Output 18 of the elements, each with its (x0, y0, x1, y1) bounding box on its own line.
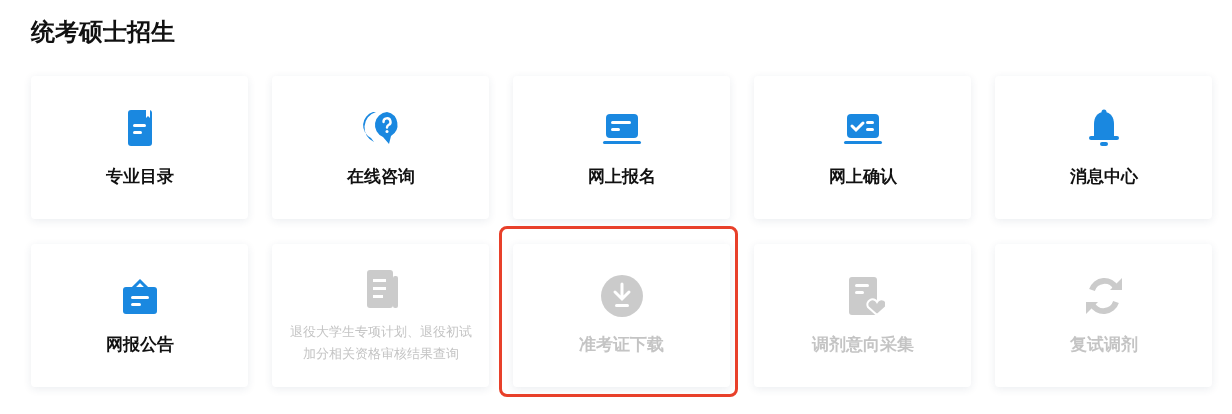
download-icon (599, 273, 644, 318)
menu-tile[interactable]: 专业目录 (31, 76, 248, 219)
menu-tile[interactable]: 消息中心 (995, 76, 1212, 219)
tile-label: 网上报名 (587, 164, 656, 188)
tile-label: 调剂意向采集 (811, 332, 914, 356)
menu-tile[interactable]: 网上确认 (754, 76, 971, 219)
tile-label: 准考证下载 (579, 332, 664, 356)
tile-label: 复试调剂 (1069, 332, 1138, 356)
menu-tile[interactable]: 网报公告 (31, 244, 248, 387)
page-title: 统考硕士招生 (31, 17, 175, 48)
tile-label: 网报公告 (105, 332, 174, 356)
tile-label: 专业目录 (105, 164, 174, 188)
menu-tile[interactable]: 网上报名 (513, 76, 730, 219)
tile-label: 在线咨询 (346, 164, 415, 188)
tile-label: 网上确认 (828, 164, 897, 188)
tile-label: 消息中心 (1069, 164, 1138, 188)
menu-tile[interactable]: 在线咨询 (272, 76, 489, 219)
tile-label: 退役大学生专项计划、退役初试加分相关资格审核结果查询 (288, 322, 473, 363)
